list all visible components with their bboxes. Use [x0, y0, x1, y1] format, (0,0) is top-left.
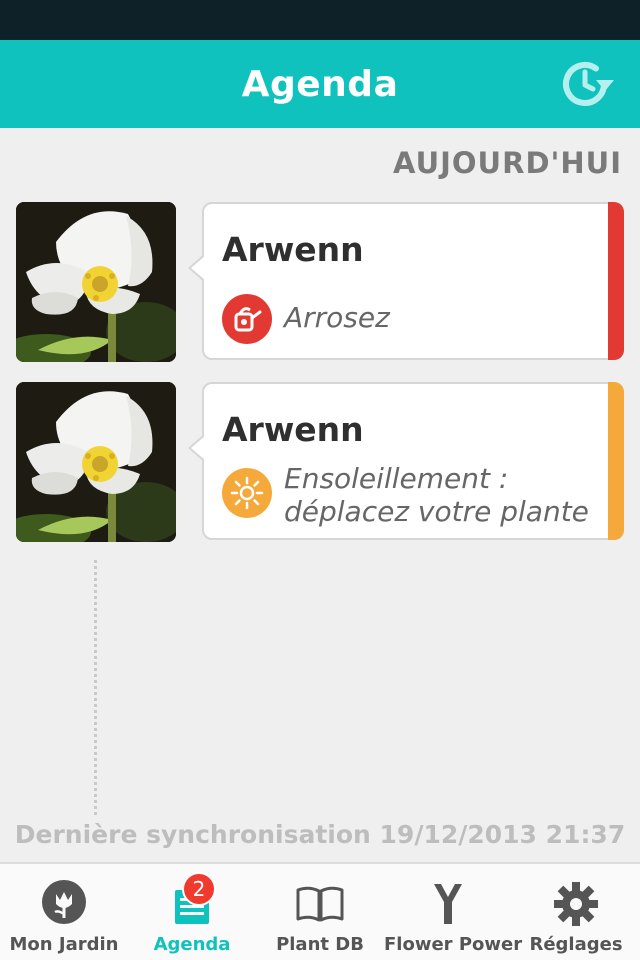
task-action: Ensoleillement : déplacez votre plante	[284, 462, 589, 528]
task-card[interactable]: Arwenn Arrosez	[188, 202, 624, 360]
task-action-line2: déplacez votre plante	[284, 495, 589, 528]
sensor-icon	[422, 878, 474, 930]
plant-name: Arwenn	[222, 410, 364, 449]
alert-accent-bar	[608, 202, 624, 360]
last-sync-text: Dernière synchronisation 19/12/2013 21:3…	[14, 820, 626, 849]
plant-photo	[16, 202, 176, 362]
tab-label: Plant DB	[276, 934, 364, 955]
plant-photo	[16, 382, 176, 542]
watering-can-icon	[222, 294, 272, 344]
card-pointer	[188, 254, 205, 282]
flower-icon	[38, 878, 90, 930]
status-bar	[0, 0, 640, 40]
page-title: Agenda	[241, 63, 399, 105]
task-action-line1: Ensoleillement :	[284, 462, 509, 495]
tab-label: Agenda	[153, 934, 231, 955]
task-action: Arrosez	[284, 301, 390, 334]
today-label: AUJOURD'HUI	[393, 146, 622, 180]
card-pointer	[188, 434, 205, 462]
plant-name: Arwenn	[222, 230, 364, 269]
task-card[interactable]: Arwenn Ensoleillement : déplacez votre p…	[188, 382, 624, 540]
tab-plant-db[interactable]: Plant DB	[256, 864, 384, 960]
tab-label: Flower Power	[384, 934, 523, 955]
tab-label: Mon Jardin	[9, 934, 119, 955]
warning-accent-bar	[608, 382, 624, 540]
tab-mon-jardin[interactable]: Mon Jardin	[0, 864, 128, 960]
tab-bar: Mon Jardin 2 Agenda Plant DB Flower Powe…	[0, 862, 640, 960]
task-row[interactable]: Arwenn Arrosez	[16, 202, 624, 362]
gear-icon	[550, 878, 602, 930]
sun-icon	[222, 468, 272, 518]
book-icon	[294, 878, 346, 930]
nav-bar: Agenda	[0, 40, 640, 128]
tab-reglages[interactable]: Réglages	[512, 864, 640, 960]
tab-label: Réglages	[529, 934, 623, 955]
clock-sync-icon[interactable]	[558, 56, 618, 112]
notification-badge: 2	[182, 872, 216, 906]
task-row[interactable]: Arwenn Ensoleillement : déplacez votre p…	[16, 382, 624, 542]
timeline-line	[94, 560, 97, 815]
tab-flower-power[interactable]: Flower Power	[384, 864, 523, 960]
tab-agenda[interactable]: 2 Agenda	[128, 864, 256, 960]
